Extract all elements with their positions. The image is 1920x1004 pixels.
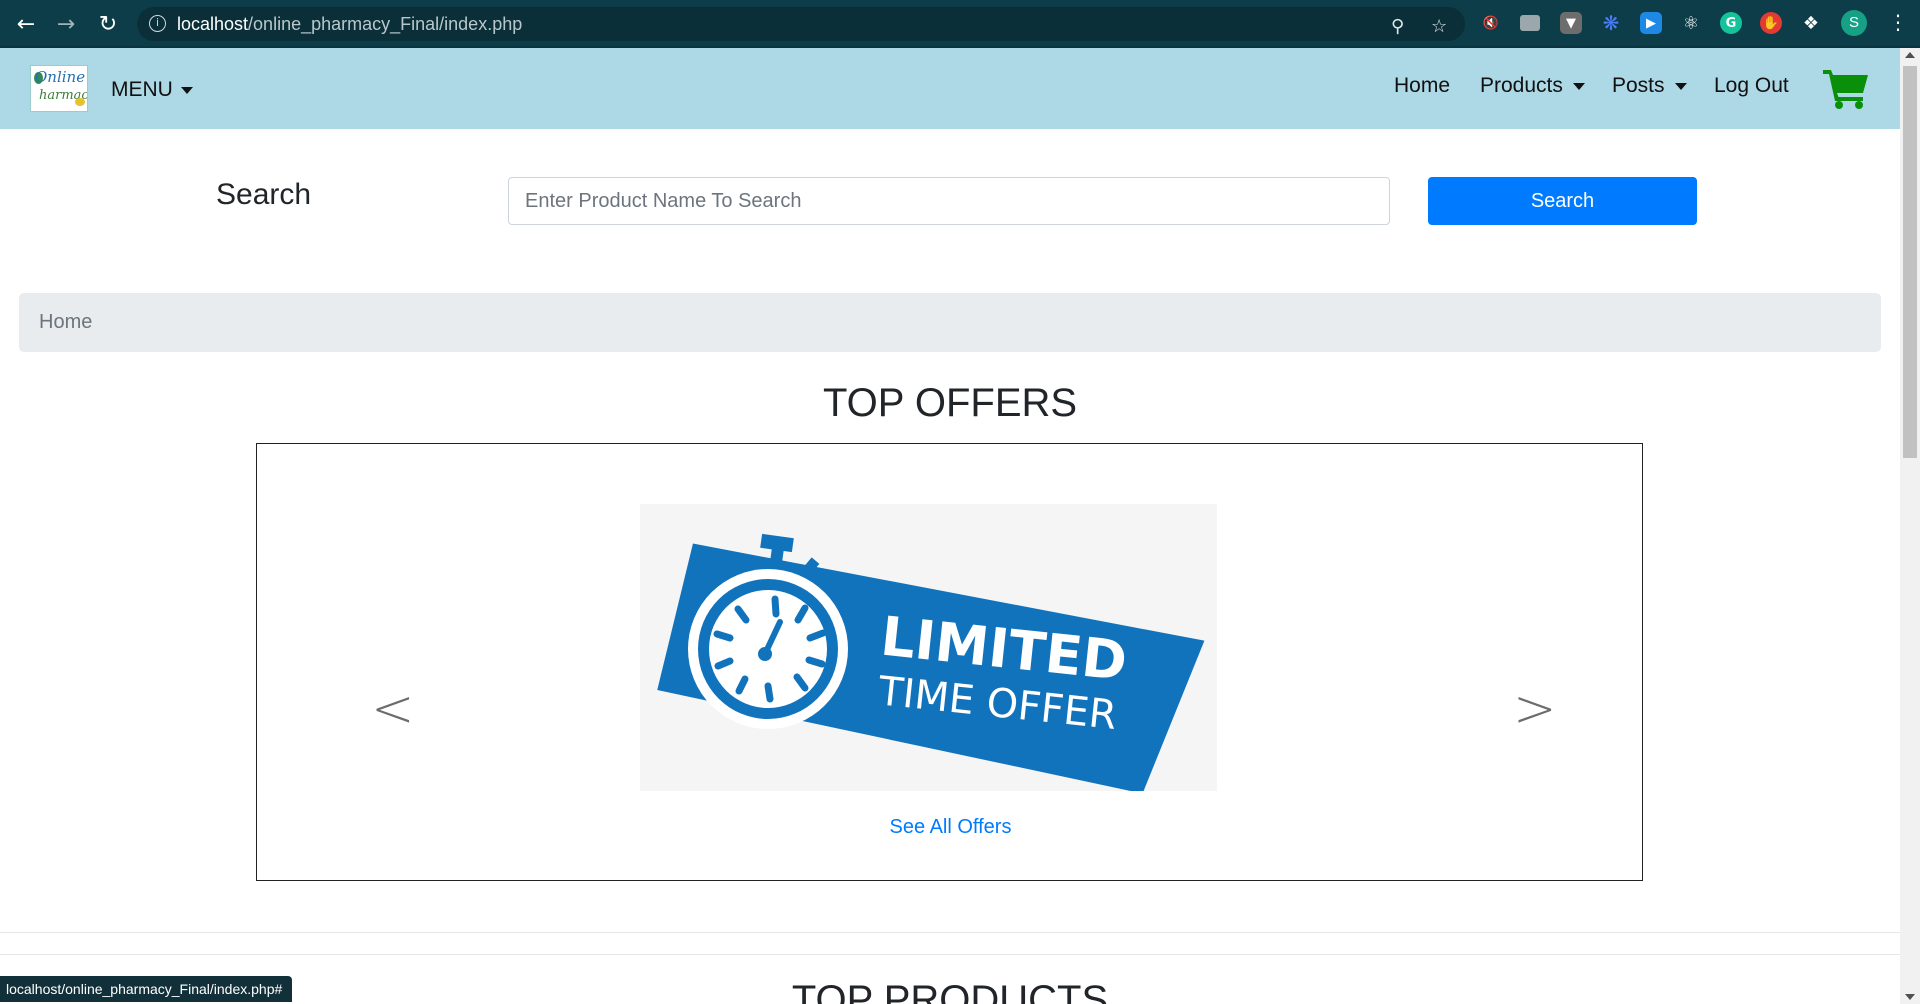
page-viewport: Online harmacy MENU Home Products Posts … — [0, 48, 1900, 1004]
address-bar[interactable]: i localhost/online_pharmacy_Final/index.… — [137, 7, 1465, 41]
back-icon[interactable]: ← — [12, 10, 40, 38]
site-info-icon[interactable]: i — [149, 15, 166, 32]
shopping-cart-icon[interactable] — [1822, 66, 1870, 110]
section-divider — [0, 954, 1900, 955]
extensions-puzzle-icon[interactable]: ❖ — [1800, 12, 1822, 34]
caret-down-icon — [1572, 82, 1585, 90]
scrollbar-thumb[interactable] — [1903, 66, 1917, 458]
caret-down-icon — [180, 86, 193, 94]
url-host: localhost — [177, 14, 249, 34]
link-status-tooltip: localhost/online_pharmacy_Final/index.ph… — [0, 976, 293, 1002]
caret-down-icon — [1674, 82, 1687, 90]
nav-home-label: Home — [1394, 74, 1451, 97]
carousel-prev-button[interactable]: < — [371, 679, 415, 739]
site-navbar: Online harmacy MENU Home Products Posts … — [0, 48, 1900, 129]
download-extension-icon[interactable]: ▼ — [1560, 12, 1582, 34]
profile-avatar[interactable]: S — [1841, 10, 1867, 36]
offers-carousel: < > LIMITED TIME OFFER See All Offers — [256, 443, 1643, 881]
nav-posts-dropdown[interactable]: Posts — [1612, 74, 1687, 98]
search-button[interactable]: Search — [1428, 177, 1697, 225]
browser-toolbar: ← → ↻ i localhost/online_pharmacy_Final/… — [0, 0, 1920, 48]
grammarly-icon[interactable]: G — [1720, 12, 1742, 34]
bookmark-star-icon[interactable]: ☆ — [1431, 16, 1447, 37]
product-search-input[interactable] — [508, 177, 1390, 225]
stopwatch-offer-graphic: LIMITED TIME OFFER — [657, 533, 1205, 791]
address-url[interactable]: localhost/online_pharmacy_Final/index.ph… — [177, 14, 522, 35]
breadcrumb: Home — [19, 293, 1881, 352]
menu-dropdown-toggle[interactable]: MENU — [111, 78, 193, 102]
camera-extension-icon[interactable] — [1520, 15, 1540, 31]
site-logo[interactable]: Online harmacy — [30, 65, 88, 112]
browser-menu-icon[interactable]: ⋮ — [1888, 10, 1908, 34]
forward-icon[interactable]: → — [52, 10, 80, 38]
nav-home-link[interactable]: Home — [1394, 74, 1450, 98]
react-extension-icon[interactable]: ⚛ — [1680, 12, 1702, 34]
section-divider — [0, 932, 1900, 933]
logo-text-top: Online — [35, 68, 86, 86]
reload-icon[interactable]: ↻ — [94, 10, 122, 38]
top-offers-heading: TOP OFFERS — [822, 381, 1078, 425]
nav-logout-link[interactable]: Log Out — [1714, 74, 1789, 98]
scroll-down-arrow-icon[interactable] — [1905, 994, 1915, 1000]
key-icon[interactable]: ⚲ — [1391, 16, 1404, 37]
carousel-next-button[interactable]: > — [1513, 679, 1557, 739]
limited-offer-banner[interactable]: LIMITED TIME OFFER — [640, 504, 1217, 791]
hand-extension-icon[interactable]: ✋ — [1760, 12, 1782, 34]
screen-extension-icon[interactable]: ▶ — [1640, 12, 1662, 34]
page-scrollbar[interactable] — [1900, 48, 1920, 1004]
logo-pill-shape — [75, 98, 85, 106]
search-heading: Search — [216, 178, 312, 211]
url-path: /online_pharmacy_Final/index.php — [248, 14, 523, 34]
see-all-offers-link[interactable]: See All Offers — [257, 816, 1644, 839]
breadcrumb-home: Home — [39, 311, 93, 333]
nav-products-dropdown[interactable]: Products — [1480, 74, 1585, 98]
nav-logout-label: Log Out — [1714, 74, 1789, 97]
sparkle-extension-icon[interactable]: ❋ — [1600, 11, 1622, 35]
scroll-up-arrow-icon[interactable] — [1905, 52, 1915, 58]
nav-posts-label: Posts — [1612, 74, 1665, 97]
nav-products-label: Products — [1480, 74, 1563, 97]
menu-label: MENU — [111, 78, 173, 101]
mute-icon[interactable]: 🔇 — [1480, 12, 1502, 34]
